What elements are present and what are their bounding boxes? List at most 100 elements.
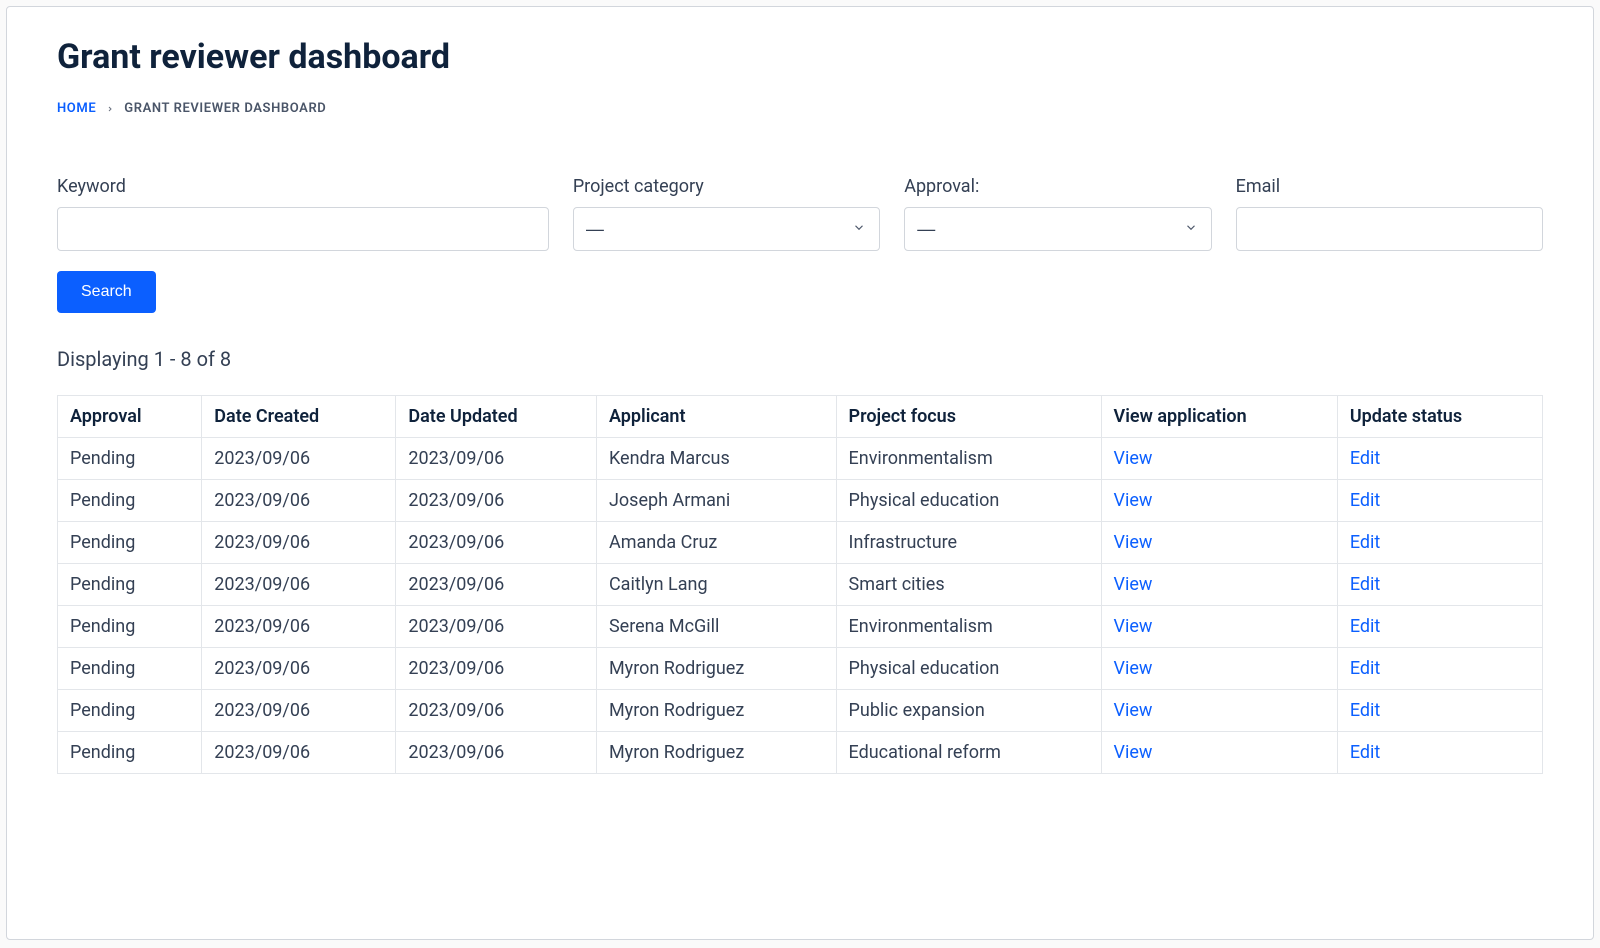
cell-approval: Pending <box>58 648 202 690</box>
email-input[interactable] <box>1236 207 1543 251</box>
view-link[interactable]: View <box>1114 658 1153 679</box>
category-select[interactable]: — <box>573 207 880 251</box>
cell-date-created: 2023/09/06 <box>202 564 396 606</box>
table-header-row: Approval Date Created Date Updated Appli… <box>58 396 1543 438</box>
edit-link[interactable]: Edit <box>1350 658 1380 679</box>
cell-applicant: Joseph Armani <box>596 480 836 522</box>
cell-view: View <box>1101 480 1337 522</box>
email-field-group: Email <box>1236 176 1543 251</box>
cell-view: View <box>1101 522 1337 564</box>
cell-date-created: 2023/09/06 <box>202 522 396 564</box>
cell-date-updated: 2023/09/06 <box>396 606 597 648</box>
cell-date-created: 2023/09/06 <box>202 648 396 690</box>
cell-view: View <box>1101 648 1337 690</box>
cell-approval: Pending <box>58 438 202 480</box>
view-link[interactable]: View <box>1114 448 1153 469</box>
cell-date-updated: 2023/09/06 <box>396 732 597 774</box>
view-link[interactable]: View <box>1114 616 1153 637</box>
table-row: Pending2023/09/062023/09/06Caitlyn LangS… <box>58 564 1543 606</box>
col-applicant: Applicant <box>596 396 836 438</box>
chevron-right-icon <box>106 102 114 116</box>
keyword-label: Keyword <box>57 176 549 197</box>
cell-approval: Pending <box>58 480 202 522</box>
breadcrumb: HOME GRANT REVIEWER DASHBOARD <box>57 101 1543 116</box>
approval-label: Approval: <box>904 176 1211 197</box>
cell-edit: Edit <box>1337 648 1542 690</box>
col-date-updated: Date Updated <box>396 396 597 438</box>
email-label: Email <box>1236 176 1543 197</box>
cell-date-updated: 2023/09/06 <box>396 690 597 732</box>
table-row: Pending2023/09/062023/09/06Amanda CruzIn… <box>58 522 1543 564</box>
cell-date-updated: 2023/09/06 <box>396 648 597 690</box>
cell-approval: Pending <box>58 522 202 564</box>
view-link[interactable]: View <box>1114 490 1153 511</box>
cell-view: View <box>1101 732 1337 774</box>
cell-project-focus: Physical education <box>836 648 1101 690</box>
table-row: Pending2023/09/062023/09/06Myron Rodrigu… <box>58 690 1543 732</box>
category-field-group: Project category — <box>573 176 880 251</box>
cell-date-updated: 2023/09/06 <box>396 522 597 564</box>
table-row: Pending2023/09/062023/09/06Myron Rodrigu… <box>58 648 1543 690</box>
cell-project-focus: Infrastructure <box>836 522 1101 564</box>
cell-approval: Pending <box>58 732 202 774</box>
col-date-created: Date Created <box>202 396 396 438</box>
cell-date-updated: 2023/09/06 <box>396 564 597 606</box>
cell-date-created: 2023/09/06 <box>202 690 396 732</box>
approval-field-group: Approval: — <box>904 176 1211 251</box>
cell-view: View <box>1101 438 1337 480</box>
cell-date-created: 2023/09/06 <box>202 732 396 774</box>
edit-link[interactable]: Edit <box>1350 742 1380 763</box>
view-link[interactable]: View <box>1114 574 1153 595</box>
filter-bar: Keyword Project category — Approval: — <box>57 176 1543 251</box>
col-project-focus: Project focus <box>836 396 1101 438</box>
applications-table: Approval Date Created Date Updated Appli… <box>57 395 1543 774</box>
page-title: Grant reviewer dashboard <box>57 37 1543 77</box>
cell-edit: Edit <box>1337 732 1542 774</box>
cell-edit: Edit <box>1337 690 1542 732</box>
edit-link[interactable]: Edit <box>1350 490 1380 511</box>
cell-date-created: 2023/09/06 <box>202 606 396 648</box>
keyword-input[interactable] <box>57 207 549 251</box>
edit-link[interactable]: Edit <box>1350 448 1380 469</box>
page-frame: Grant reviewer dashboard HOME GRANT REVI… <box>6 6 1594 940</box>
cell-project-focus: Environmentalism <box>836 606 1101 648</box>
cell-edit: Edit <box>1337 438 1542 480</box>
cell-approval: Pending <box>58 564 202 606</box>
cell-edit: Edit <box>1337 480 1542 522</box>
results-count: Displaying 1 - 8 of 8 <box>57 347 1543 371</box>
table-row: Pending2023/09/062023/09/06Myron Rodrigu… <box>58 732 1543 774</box>
cell-applicant: Amanda Cruz <box>596 522 836 564</box>
approval-select[interactable]: — <box>904 207 1211 251</box>
cell-view: View <box>1101 564 1337 606</box>
table-row: Pending2023/09/062023/09/06Joseph Armani… <box>58 480 1543 522</box>
edit-link[interactable]: Edit <box>1350 616 1380 637</box>
category-label: Project category <box>573 176 880 197</box>
col-approval: Approval <box>58 396 202 438</box>
cell-view: View <box>1101 690 1337 732</box>
cell-date-created: 2023/09/06 <box>202 480 396 522</box>
cell-project-focus: Public expansion <box>836 690 1101 732</box>
cell-date-created: 2023/09/06 <box>202 438 396 480</box>
view-link[interactable]: View <box>1114 700 1153 721</box>
cell-edit: Edit <box>1337 606 1542 648</box>
search-button[interactable]: Search <box>57 271 156 313</box>
cell-project-focus: Educational reform <box>836 732 1101 774</box>
cell-date-updated: 2023/09/06 <box>396 480 597 522</box>
cell-view: View <box>1101 606 1337 648</box>
view-link[interactable]: View <box>1114 742 1153 763</box>
cell-applicant: Kendra Marcus <box>596 438 836 480</box>
cell-project-focus: Physical education <box>836 480 1101 522</box>
view-link[interactable]: View <box>1114 532 1153 553</box>
edit-link[interactable]: Edit <box>1350 532 1380 553</box>
cell-approval: Pending <box>58 606 202 648</box>
breadcrumb-home-link[interactable]: HOME <box>57 101 96 116</box>
edit-link[interactable]: Edit <box>1350 700 1380 721</box>
cell-project-focus: Smart cities <box>836 564 1101 606</box>
cell-approval: Pending <box>58 690 202 732</box>
edit-link[interactable]: Edit <box>1350 574 1380 595</box>
cell-edit: Edit <box>1337 564 1542 606</box>
cell-applicant: Myron Rodriguez <box>596 648 836 690</box>
breadcrumb-current: GRANT REVIEWER DASHBOARD <box>124 101 326 116</box>
table-row: Pending2023/09/062023/09/06Serena McGill… <box>58 606 1543 648</box>
cell-applicant: Myron Rodriguez <box>596 732 836 774</box>
